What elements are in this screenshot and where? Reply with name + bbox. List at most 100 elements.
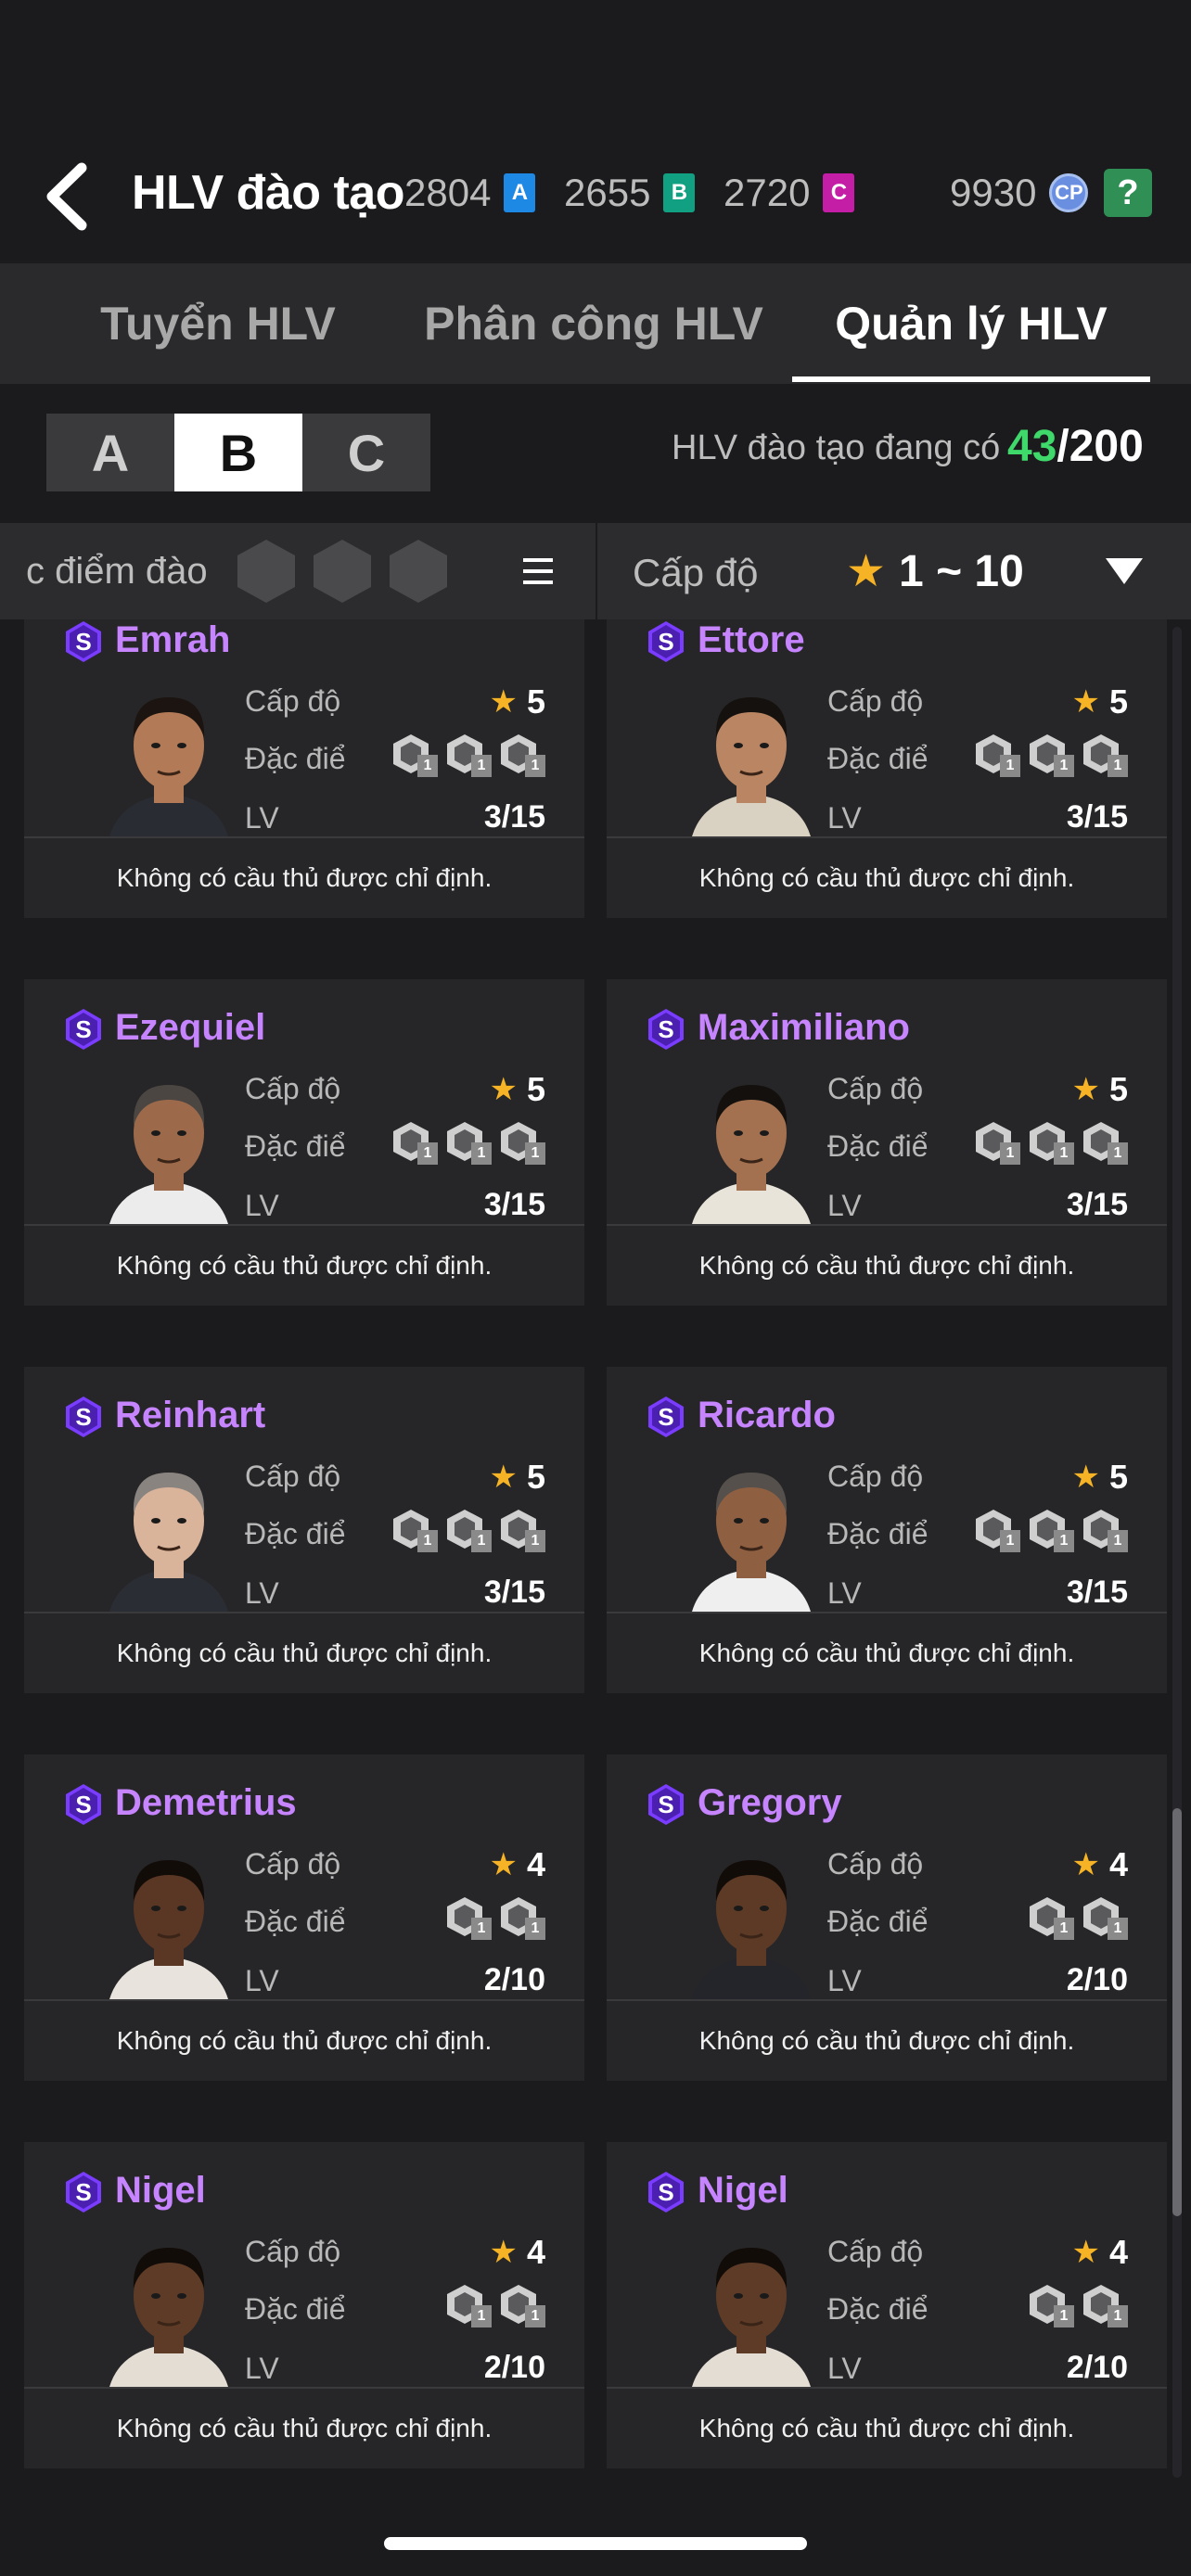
trait-list: 1 1 1: [967, 1120, 1128, 1165]
star-icon: ★: [1071, 2235, 1100, 2270]
coach-portrait: [109, 1860, 228, 1999]
trait-level: 1: [417, 1142, 438, 1165]
trait-slot-icon[interactable]: [310, 538, 375, 605]
grade-selector: A B C: [46, 414, 430, 491]
trait-slot-icon[interactable]: [386, 538, 451, 605]
trait-tactic-icon: 1: [443, 2283, 492, 2327]
trait-level: 1: [1108, 1530, 1128, 1552]
trait-board-icon: 1: [972, 733, 1020, 777]
trait-list: 1 1: [1020, 2283, 1128, 2327]
coach-portrait: [109, 2248, 228, 2387]
currency-c: 2720 C: [724, 171, 855, 215]
trait-gear-icon: 1: [1026, 1120, 1074, 1165]
coach-lv: 2/10: [483, 1962, 545, 1997]
trait-shield-icon: 1: [443, 1120, 492, 1165]
trait-slot-icon[interactable]: [234, 538, 299, 605]
trait-list: 1 1 1: [384, 1508, 545, 1552]
trait-list: 1 1 1: [384, 1120, 545, 1165]
trait-level: 1: [1054, 1918, 1074, 1940]
trait-level: 1: [1000, 755, 1020, 777]
grade-a-button[interactable]: A: [46, 414, 174, 491]
trait-label: Đặc điểm: [245, 1129, 347, 1163]
coach-card[interactable]: S Maximiliano Cấp độ ★5 Đặc điểm: [607, 979, 1167, 1306]
coach-lv: 3/15: [1066, 1187, 1128, 1222]
trait-level: 1: [471, 755, 492, 777]
level-filter-value[interactable]: ★ 1 ~ 10: [846, 545, 1024, 597]
coach-card[interactable]: S Ettore Cấp độ ★5 Đặc điểm: [607, 619, 1167, 918]
currency-cp: 9930 CP: [950, 171, 1089, 215]
coach-name: Emrah: [115, 619, 231, 660]
rank-s-badge-icon: S: [648, 1784, 684, 1825]
coach-card-body: S Gregory Cấp độ ★4 Đặc điểm: [607, 1754, 1167, 1999]
coach-card[interactable]: S Emrah Cấp độ ★5 Đặc điểm: [24, 619, 584, 918]
back-button[interactable]: [33, 158, 98, 236]
coach-card[interactable]: S Gregory Cấp độ ★4 Đặc điểm: [607, 1754, 1167, 2081]
coach-card[interactable]: S Nigel Cấp độ ★4 Đặc điểm: [607, 2142, 1167, 2468]
star-icon: ★: [489, 1460, 518, 1495]
coach-portrait: [692, 1473, 811, 1612]
trait-level: 1: [1054, 1530, 1074, 1552]
coach-card-body: S Maximiliano Cấp độ ★5 Đặc điểm: [607, 979, 1167, 1224]
dropdown-triangle-icon[interactable]: [1104, 556, 1145, 586]
coach-card[interactable]: S Nigel Cấp độ ★4 Đặc điểm: [24, 2142, 584, 2468]
chevron-left-icon: [46, 162, 87, 231]
currency-a: 2804 A: [404, 171, 536, 215]
rank-s-badge-icon: S: [66, 1784, 101, 1825]
svg-text:S: S: [658, 1403, 673, 1431]
coach-count-max: /200: [1057, 422, 1144, 471]
lv-label: LV: [245, 1189, 279, 1222]
grade-c-button[interactable]: C: [302, 414, 430, 491]
star-count: 5: [1108, 1070, 1128, 1108]
level-range-text: 1 ~ 10: [899, 546, 1024, 596]
coach-card-body: S Emrah Cấp độ ★5 Đặc điểm: [24, 619, 584, 836]
rank-s-badge-icon: S: [648, 1396, 684, 1437]
trait-tactic-icon: 1: [497, 733, 545, 777]
coach-card-body: S Ricardo Cấp độ ★5 Đặc điểm: [607, 1367, 1167, 1612]
coach-stars: ★ 5: [489, 1458, 545, 1497]
trait-shield-icon: 1: [972, 1120, 1020, 1165]
trait-gear-icon: 1: [390, 1508, 438, 1552]
trait-label: Đặc điểm: [827, 2292, 929, 2326]
ticket-c-icon: C: [823, 173, 855, 212]
trait-level: 1: [1000, 1530, 1020, 1552]
lv-label: LV: [827, 801, 862, 835]
coach-card[interactable]: S Reinhart Cấp độ ★5 Đặc điểm: [24, 1367, 584, 1693]
assigned-player-status: Không có cầu thủ được chỉ định.: [607, 1612, 1167, 1693]
tab-manage-coach[interactable]: Quản lý HLV: [792, 263, 1150, 384]
level-label: Cấp độ: [827, 684, 924, 718]
tab-assign-coach[interactable]: Phân công HLV: [408, 263, 779, 384]
trait-level: 1: [525, 1142, 545, 1165]
trait-shield-icon: 1: [1080, 733, 1128, 777]
trait-level: 1: [417, 1530, 438, 1552]
coach-card[interactable]: S Demetrius Cấp độ ★4 Đặc điểm: [24, 1754, 584, 2081]
trait-list: 1 1: [1020, 1895, 1128, 1940]
coach-card[interactable]: S Ricardo Cấp độ ★5 Đặc điểm: [607, 1367, 1167, 1693]
menu-icon[interactable]: [519, 553, 557, 590]
coach-stars: ★ 4: [489, 1845, 545, 1884]
page-title: HLV đào tạo: [132, 166, 404, 220]
rank-s-badge-icon: S: [66, 2172, 101, 2213]
scrollbar-thumb[interactable]: [1172, 1808, 1182, 2216]
tab-recruit-coach[interactable]: Tuyển HLV: [37, 263, 399, 384]
ticket-a-icon: A: [504, 173, 536, 212]
trait-filter-label: c điểm đào: [26, 551, 208, 592]
assigned-player-status: Không có cầu thủ được chỉ định.: [24, 1999, 584, 2081]
trait-label: Đặc điểm: [827, 742, 929, 775]
svg-text:S: S: [75, 2178, 91, 2206]
svg-text:S: S: [75, 1015, 91, 1043]
coach-name: Nigel: [698, 2170, 788, 2211]
grade-b-button[interactable]: B: [174, 414, 302, 491]
help-button[interactable]: ?: [1104, 169, 1152, 217]
coach-stars: ★ 5: [1071, 1458, 1128, 1497]
trait-list: 1 1: [438, 1895, 545, 1940]
coach-card[interactable]: S Ezequiel Cấp độ ★5 Đặc điểm: [24, 979, 584, 1306]
svg-text:S: S: [75, 628, 91, 656]
level-label: Cấp độ: [245, 1847, 341, 1881]
coach-list[interactable]: S Emrah Cấp độ ★5 Đặc điểm: [0, 619, 1191, 2478]
rank-s-badge-icon: S: [66, 1009, 101, 1050]
coach-stars: ★ 4: [1071, 2233, 1128, 2272]
home-indicator[interactable]: [384, 2537, 807, 2550]
coach-count: 43/200: [1007, 421, 1144, 472]
assigned-player-status: Không có cầu thủ được chỉ định.: [24, 2387, 584, 2468]
star-count: 4: [526, 2233, 545, 2271]
